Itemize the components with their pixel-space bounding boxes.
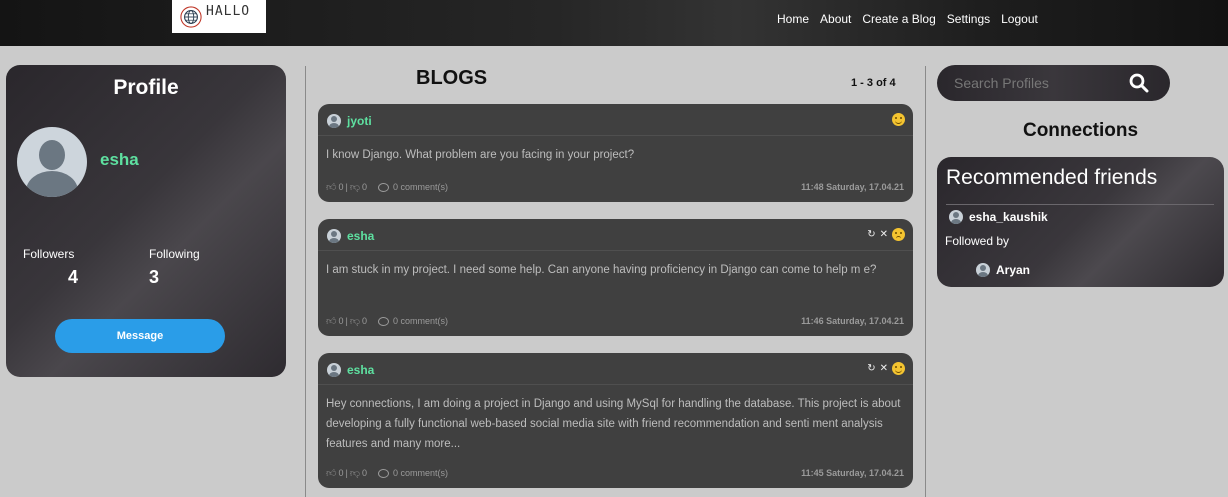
comment-icon[interactable] (377, 182, 389, 192)
post-author[interactable]: esha (347, 363, 374, 377)
avatar-head-shape (39, 140, 65, 170)
blog-post: esha ↻ ✕ I am stuck in my project. I nee… (318, 219, 913, 336)
recommended-friend-item[interactable]: esha_kaushik (949, 210, 1048, 224)
blog-post: jyoti I know Django. What problem are yo… (318, 104, 913, 202)
pagination-info: 1 - 3 of 4 (851, 77, 896, 89)
post-footer: 👍︎ 0 | 👎︎ 0 0 comment(s) 11:48 Saturday,… (326, 181, 904, 193)
comment-icon[interactable] (377, 316, 389, 326)
post-content: Hey connections, I am doing a project in… (326, 398, 901, 450)
avatar-body-shape (26, 171, 78, 197)
top-navbar: HALLO Home About Create a Blog Settings … (0, 0, 1228, 46)
post-author[interactable]: esha (347, 229, 374, 243)
separator: | (345, 316, 348, 326)
following-count[interactable]: 3 (149, 267, 159, 288)
separator: | (345, 182, 348, 192)
post-author[interactable]: jyoti (347, 114, 372, 128)
dislike-icon[interactable]: 👎︎ (350, 467, 360, 479)
profile-title: Profile (113, 76, 179, 99)
user-avatar-icon (327, 363, 341, 377)
friend-name[interactable]: esha_kaushik (969, 210, 1048, 224)
site-logo[interactable]: HALLO (172, 0, 266, 33)
comment-count[interactable]: 0 comment(s) (393, 468, 448, 478)
dislike-count: 0 (361, 182, 367, 192)
right-divider (925, 66, 926, 497)
like-icon[interactable]: 👍︎ (326, 315, 336, 327)
comment-count[interactable]: 0 comment(s) (393, 182, 448, 192)
comment-count[interactable]: 0 comment(s) (393, 316, 448, 326)
like-count: 0 (338, 182, 344, 192)
post-timestamp: 11:46 Saturday, 17.04.21 (801, 316, 904, 326)
like-icon[interactable]: 👍︎ (326, 467, 336, 479)
mutual-friend-name[interactable]: Aryan (996, 263, 1030, 277)
search-box (937, 65, 1170, 101)
comment-icon[interactable] (377, 468, 389, 478)
user-avatar-icon (949, 210, 963, 224)
message-button[interactable]: Message (55, 319, 225, 353)
edit-icon[interactable]: ↻ (867, 363, 875, 374)
post-timestamp: 11:45 Saturday, 17.04.21 (801, 468, 904, 478)
user-avatar-icon (976, 263, 990, 277)
mutual-friend-item[interactable]: Aryan (976, 263, 1030, 277)
blog-post: esha ↻ ✕ Hey connections, I am doing a p… (318, 353, 913, 488)
post-actions (892, 113, 905, 126)
happy-emoji-icon (892, 362, 905, 375)
separator: | (345, 468, 348, 478)
blogs-title: BLOGS (416, 67, 488, 89)
post-timestamp: 11:48 Saturday, 17.04.21 (801, 182, 904, 192)
nav-settings-link[interactable]: Settings (947, 12, 990, 26)
post-actions: ↻ ✕ (867, 362, 905, 375)
nav-links: Home About Create a Blog Settings Logout (777, 12, 1049, 26)
search-input[interactable] (954, 73, 1124, 93)
nav-create-blog-link[interactable]: Create a Blog (862, 12, 935, 26)
left-divider (305, 66, 306, 497)
user-avatar-icon (327, 229, 341, 243)
followers-count[interactable]: 4 (68, 267, 78, 288)
post-footer: 👍︎ 0 | 👎︎ 0 0 comment(s) 11:46 Saturday,… (326, 315, 904, 327)
like-icon[interactable]: 👍︎ (326, 181, 336, 193)
avatar[interactable] (17, 127, 87, 197)
happy-emoji-icon (892, 113, 905, 126)
user-avatar-icon (327, 114, 341, 128)
search-icon[interactable] (1127, 71, 1151, 95)
sad-emoji-icon (892, 228, 905, 241)
recommended-friends-title: Recommended friends (946, 166, 1158, 189)
edit-icon[interactable]: ↻ (867, 229, 875, 240)
delete-icon[interactable]: ✕ (880, 363, 888, 374)
post-actions: ↻ ✕ (867, 228, 905, 241)
profile-card: Profile esha Followers 4 Following 3 Mes… (6, 65, 286, 377)
connections-title: Connections (1022, 120, 1139, 141)
followers-label: Followers (23, 247, 75, 261)
like-count: 0 (338, 316, 344, 326)
following-label: Following (149, 247, 200, 261)
post-content: I am stuck in my project. I need some he… (326, 264, 877, 276)
nav-home-link[interactable]: Home (777, 12, 809, 26)
post-content: I know Django. What problem are you faci… (326, 149, 635, 161)
globe-icon (180, 5, 202, 28)
delete-icon[interactable]: ✕ (880, 229, 888, 240)
nav-about-link[interactable]: About (820, 12, 851, 26)
post-footer: 👍︎ 0 | 👎︎ 0 0 comment(s) 11:45 Saturday,… (326, 467, 904, 479)
dislike-count: 0 (361, 468, 367, 478)
logo-text: HALLO (206, 4, 251, 19)
post-header: esha ↻ ✕ (318, 219, 913, 251)
nav-logout-link[interactable]: Logout (1001, 12, 1038, 26)
followed-by-label: Followed by (945, 234, 1010, 248)
like-count: 0 (338, 468, 344, 478)
dislike-icon[interactable]: 👎︎ (350, 181, 360, 193)
post-header: jyoti (318, 104, 913, 136)
post-header: esha ↻ ✕ (318, 353, 913, 385)
recommended-friends-card: Recommended friends esha_kaushik Followe… (937, 157, 1224, 287)
dislike-count: 0 (361, 316, 367, 326)
dislike-icon[interactable]: 👎︎ (350, 315, 360, 327)
profile-username: esha (100, 150, 139, 169)
divider (946, 204, 1214, 205)
